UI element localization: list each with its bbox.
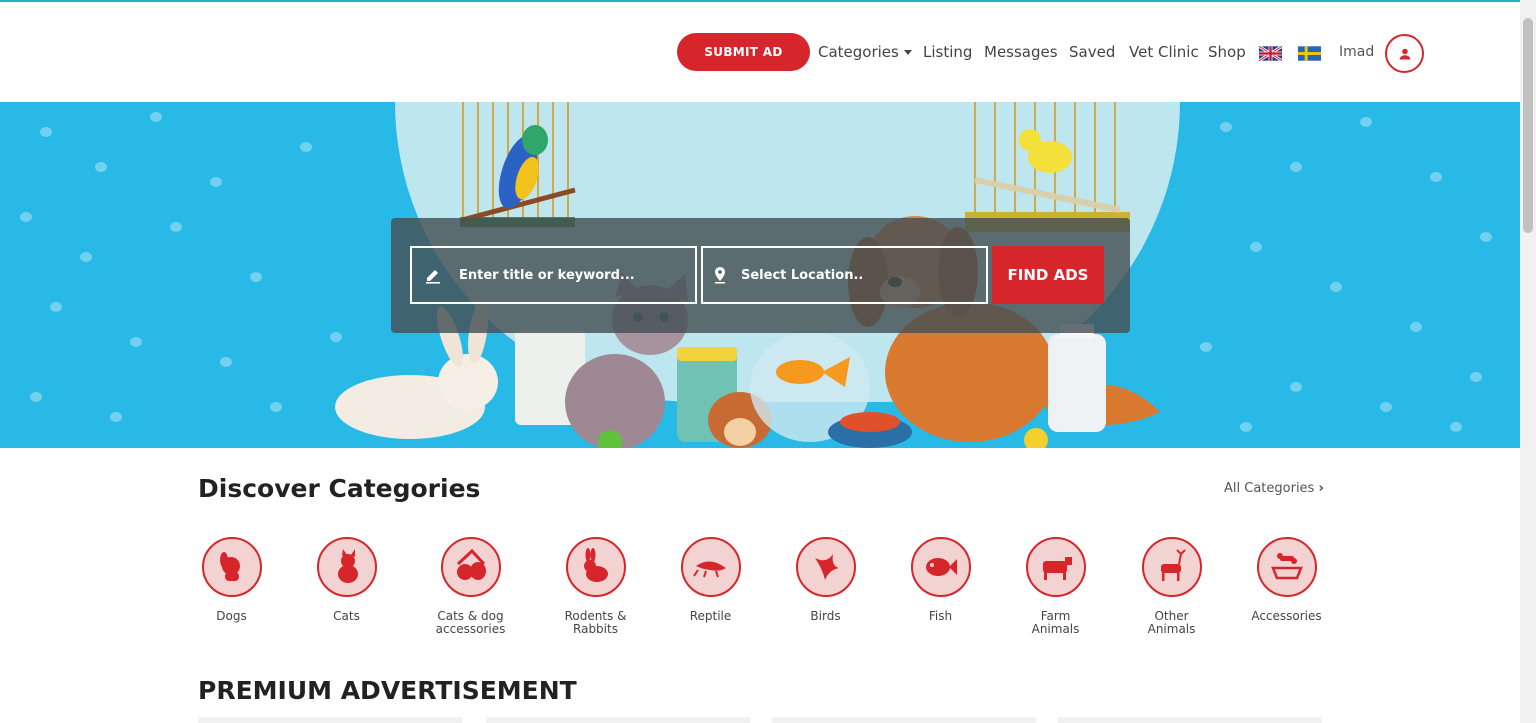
bottle-icon	[1048, 334, 1106, 432]
fishbowl-icon	[750, 332, 912, 448]
premium-card[interactable]	[1058, 717, 1322, 723]
nav-vet-clinic[interactable]: Vet Clinic	[1129, 43, 1199, 61]
category-label: Dogs	[216, 609, 247, 623]
dog-icon	[201, 537, 262, 597]
category-dogs[interactable]: Dogs	[174, 537, 289, 623]
sweden-flag-icon[interactable]	[1298, 46, 1321, 61]
deer-icon	[1141, 537, 1202, 597]
nav-messages[interactable]: Messages	[984, 43, 1058, 61]
category-label: Accessories	[1251, 609, 1322, 623]
category-cats-dog-accessories[interactable]: Cats & dog accessories	[413, 537, 528, 636]
search-bar: Enter title or keyword... Select Locatio…	[391, 218, 1130, 333]
keyword-search-field[interactable]: Enter title or keyword...	[410, 246, 697, 304]
category-label: Farm Animals	[1031, 609, 1080, 636]
hero-banner: Enter title or keyword... Select Locatio…	[0, 102, 1520, 448]
pencil-icon	[426, 270, 440, 284]
category-birds[interactable]: Birds	[768, 537, 883, 623]
category-label: Cats	[333, 609, 360, 623]
caret-down-icon	[903, 50, 912, 55]
categories-title: Discover Categories	[198, 474, 481, 503]
scrollbar-thumb[interactable]	[1523, 18, 1533, 233]
nav-saved[interactable]: Saved	[1069, 43, 1115, 61]
category-label: Reptile	[689, 609, 732, 623]
fish-icon	[910, 537, 971, 597]
location-pin-icon	[715, 267, 725, 284]
category-label: Fish	[928, 609, 953, 623]
category-farm-animals[interactable]: Farm Animals	[998, 537, 1113, 636]
user-name[interactable]: Imad	[1339, 44, 1374, 60]
premium-card[interactable]	[486, 717, 750, 723]
uk-flag-icon[interactable]	[1259, 46, 1282, 61]
nav-categories-label: Categories	[818, 43, 899, 61]
parrot-cage-icon	[460, 102, 576, 227]
bowl-bone-icon	[1256, 537, 1317, 597]
farm-animal-icon	[1025, 537, 1086, 597]
category-reptile[interactable]: Reptile	[653, 537, 768, 623]
reptile-icon	[680, 537, 741, 597]
category-fish[interactable]: Fish	[883, 537, 998, 623]
premium-title: PREMIUM ADVERTISEMENT	[198, 676, 577, 705]
nav-listing[interactable]: Listing	[923, 43, 972, 61]
category-accessories[interactable]: Accessories	[1229, 537, 1344, 623]
category-other-animals[interactable]: Other Animals	[1114, 537, 1229, 636]
category-label: Rodents & Rabbits	[564, 609, 627, 636]
premium-card[interactable]	[198, 717, 462, 723]
rabbit-icon	[565, 537, 626, 597]
category-rodents-rabbits[interactable]: Rodents & Rabbits	[538, 537, 653, 636]
category-label: Birds	[810, 609, 841, 623]
navbar: SUBMIT AD Categories Listing Messages Sa…	[0, 2, 1520, 102]
nav-shop[interactable]: Shop	[1208, 43, 1246, 61]
category-cats[interactable]: Cats	[289, 537, 404, 623]
canary-cage-icon	[965, 102, 1130, 232]
location-placeholder: Select Location..	[741, 267, 864, 283]
all-categories-link[interactable]: All Categories ›	[1224, 481, 1324, 496]
pets-accessories-icon	[440, 537, 501, 597]
keyword-placeholder: Enter title or keyword...	[459, 267, 635, 283]
category-label: Other Animals	[1147, 609, 1196, 636]
chevron-right-icon: ›	[1318, 481, 1324, 496]
bird-icon	[795, 537, 856, 597]
cat-icon	[316, 537, 377, 597]
all-categories-label: All Categories	[1224, 481, 1315, 496]
user-avatar-button[interactable]	[1385, 34, 1424, 73]
user-icon	[1399, 48, 1410, 59]
category-label: Cats & dog accessories	[435, 609, 506, 636]
premium-card[interactable]	[772, 717, 1036, 723]
nav-categories[interactable]: Categories	[818, 43, 912, 61]
find-ads-button[interactable]: FIND ADS	[992, 246, 1104, 304]
submit-ad-button[interactable]: SUBMIT AD	[677, 33, 810, 71]
location-select-field[interactable]: Select Location..	[701, 246, 988, 304]
